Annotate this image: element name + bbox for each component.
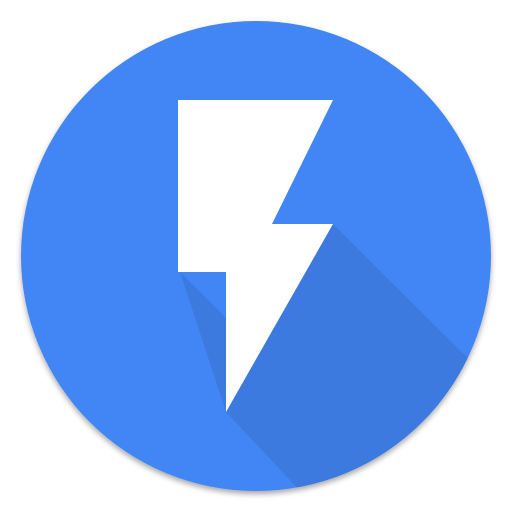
app-icon[interactable] (0, 0, 512, 512)
icon-stage (0, 0, 512, 512)
